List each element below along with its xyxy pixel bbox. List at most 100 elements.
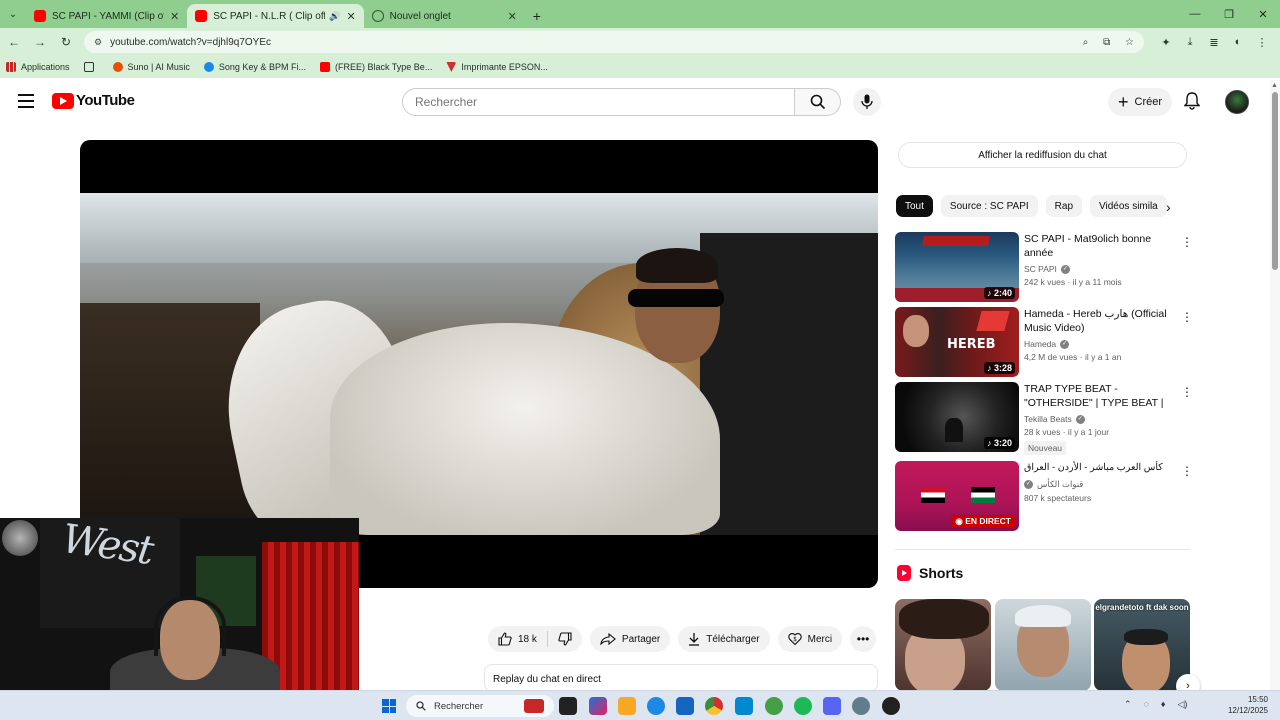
speaker-icon[interactable]: 🔊 — [329, 11, 340, 22]
address-bar[interactable]: ⚙ youtube.com/watch?v=djhl9q7OYEc ⌕ ⧉ ☆ — [84, 31, 1144, 53]
windows-start-icon[interactable] — [382, 699, 396, 713]
install-icon[interactable]: ⧉ — [1103, 37, 1110, 48]
more-horizontal-icon: ••• — [856, 632, 870, 646]
vpn-app-icon[interactable] — [765, 697, 783, 715]
browser-tab[interactable]: Nouvel onglet ✕ — [364, 4, 525, 28]
user-avatar[interactable] — [1225, 90, 1249, 114]
taskbar-clock[interactable]: 15:50 12/12/2025 — [1218, 694, 1268, 716]
discord-icon[interactable] — [823, 697, 841, 715]
extensions-icon[interactable]: ✦ — [1154, 36, 1178, 49]
like-dislike-group: 18 k — [488, 626, 582, 652]
chrome-icon[interactable] — [705, 697, 723, 715]
close-icon[interactable]: ✕ — [508, 10, 517, 23]
tab-search-button[interactable]: ⌄ — [0, 0, 26, 28]
search-highlight-icon — [524, 699, 544, 713]
zoom-icon[interactable]: ⌕ — [1083, 37, 1089, 48]
site-info-icon[interactable]: ⚙ — [94, 37, 102, 48]
youtube-logo[interactable]: YouTube — [52, 92, 135, 109]
mail-app-icon[interactable] — [735, 697, 753, 715]
chip-source[interactable]: Source : SC PAPI — [940, 195, 1038, 217]
create-button[interactable]: + Créer — [1108, 88, 1173, 116]
dislike-button[interactable] — [548, 626, 582, 652]
scroll-up-icon[interactable]: ▲ — [1271, 82, 1278, 89]
more-vertical-icon[interactable]: ⋮ — [1181, 386, 1193, 398]
more-actions-button[interactable]: ••• — [850, 626, 877, 652]
download-icon[interactable]: ⤓ — [1178, 36, 1202, 49]
bookmark-grid[interactable] — [83, 62, 99, 72]
video-thumbnail[interactable]: ♪ 2:40 — [895, 232, 1019, 302]
network-icon[interactable]: ◌ — [1144, 699, 1149, 710]
thumbs-up-icon — [498, 632, 512, 646]
recommendation-item[interactable]: ♪ 3:20 TRAP TYPE BEAT - "OTHERSIDE" | TY… — [895, 382, 1195, 455]
recommendation-item[interactable]: ♪ 2:40 SC PAPI - Mat9olich bonne année S… — [895, 232, 1195, 302]
short-thumbnail[interactable]: elgrandetoto ft dak soon — [1094, 599, 1190, 691]
chip-all[interactable]: Tout — [896, 195, 933, 217]
close-window-icon[interactable]: ✕ — [1246, 0, 1280, 28]
bookmark-star-icon[interactable]: ☆ — [1125, 37, 1134, 48]
spotify-icon[interactable] — [794, 697, 812, 715]
bookmark-suno[interactable]: Suno | AI Music — [112, 62, 190, 72]
menu-icon[interactable]: ⋮ — [1250, 36, 1274, 49]
mic-tray-icon[interactable]: ♦ — [1161, 699, 1166, 710]
video-title: SC PAPI - Mat9olich bonne année — [1024, 233, 1152, 259]
like-button[interactable]: 18 k — [488, 626, 547, 652]
edge-icon[interactable] — [647, 697, 665, 715]
video-thumbnail[interactable]: ◉ EN DIRECT — [895, 461, 1019, 531]
store-icon[interactable] — [676, 697, 694, 715]
file-explorer-icon[interactable] — [618, 697, 636, 715]
video-thumbnail[interactable]: ♪ 3:20 — [895, 382, 1019, 452]
tray-chevron-icon[interactable]: ⌃ — [1124, 699, 1132, 710]
thanks-button[interactable]: $ Merci — [777, 626, 843, 652]
notifications-bell-icon[interactable] — [1183, 92, 1201, 115]
recommendation-item[interactable]: ◉ EN DIRECT كأس العرب مباشر - الأردن - ا… — [895, 461, 1195, 531]
reading-list-icon[interactable]: ≣ — [1202, 36, 1226, 49]
capture-app-icon[interactable] — [882, 697, 900, 715]
short-thumbnail[interactable] — [995, 599, 1091, 691]
taskbar-search[interactable]: Rechercher — [406, 695, 554, 717]
bookmark-applications[interactable]: Applications — [6, 62, 70, 72]
show-chat-replay-button[interactable]: Afficher la rediffusion du chat — [898, 142, 1187, 168]
browser-tab-active[interactable]: SC PAPI - N.L.R ( Clip officie 🔊 ✕ — [187, 4, 364, 28]
chip-rap[interactable]: Rap — [1045, 195, 1083, 217]
close-icon[interactable]: ✕ — [346, 10, 355, 23]
share-button[interactable]: Partager — [589, 626, 671, 652]
more-vertical-icon[interactable]: ⋮ — [1181, 311, 1193, 323]
new-tab-button[interactable]: + — [525, 4, 549, 28]
minimize-icon[interactable]: — — [1178, 0, 1212, 28]
page-scrollbar[interactable]: ▲ — [1270, 80, 1280, 690]
chevron-right-icon[interactable]: › — [1166, 199, 1171, 215]
volume-icon[interactable]: ◁) — [1178, 699, 1188, 710]
photos-app-icon[interactable] — [589, 697, 607, 715]
more-vertical-icon[interactable]: ⋮ — [1181, 465, 1193, 477]
recommendation-item[interactable]: HEREB ♪ 3:28 Hameda - Hereb هارب (Offici… — [895, 307, 1195, 377]
channel-name[interactable]: Tekilla Beats ✓ — [1024, 414, 1170, 424]
maximize-icon[interactable]: ❐ — [1212, 0, 1246, 28]
forward-icon[interactable]: → — [28, 30, 52, 54]
channel-name[interactable]: ✓ قنوات الكأس — [1024, 479, 1170, 490]
back-icon[interactable]: ← — [2, 30, 26, 54]
channel-name[interactable]: SC PAPI ✓ — [1024, 264, 1170, 274]
close-icon[interactable]: ✕ — [170, 10, 179, 23]
channel-name[interactable]: Hameda ✓ — [1024, 339, 1170, 349]
scrollbar-thumb[interactable] — [1272, 92, 1278, 270]
download-button[interactable]: Télécharger — [678, 626, 770, 652]
voice-search-button[interactable] — [853, 88, 881, 116]
reload-icon[interactable]: ↻ — [54, 30, 78, 54]
short-thumbnail[interactable] — [895, 599, 991, 691]
browser-tab[interactable]: SC PAPI - YAMMI (Clip officiel) ✕ — [26, 4, 187, 28]
video-thumbnail[interactable]: HEREB ♪ 3:28 — [895, 307, 1019, 377]
task-view-icon[interactable] — [559, 697, 577, 715]
search-input[interactable] — [402, 88, 795, 116]
profile-icon[interactable]: ◐ — [1226, 36, 1250, 49]
bookmark-songkey[interactable]: Song Key & BPM Fi... — [203, 62, 306, 72]
chip-similar[interactable]: Vidéos simila — [1090, 195, 1167, 217]
bookmark-youtube[interactable]: (FREE) Black Type Be... — [319, 62, 432, 72]
settings-gear-icon[interactable] — [852, 697, 870, 715]
youtube-header: YouTube + Créer — [0, 80, 1268, 124]
windows-taskbar: Rechercher ⌃ ◌ ♦ ◁) 15:50 12/12/2025 — [0, 690, 1280, 720]
bookmark-epson[interactable]: Imprimante EPSON... — [446, 62, 548, 72]
more-vertical-icon[interactable]: ⋮ — [1181, 236, 1193, 248]
search-button[interactable] — [795, 88, 841, 116]
video-scene-sunglasses — [628, 289, 724, 307]
hamburger-menu-icon[interactable] — [18, 94, 34, 108]
